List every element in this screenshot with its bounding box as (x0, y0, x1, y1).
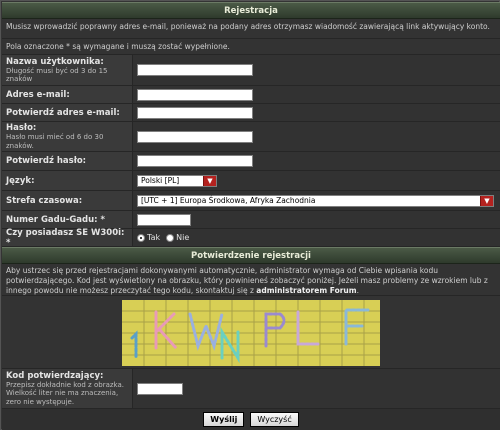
required-notice: Pola oznaczone * są wymagane i muszą zos… (2, 39, 500, 55)
radio-nie-label: Nie (176, 233, 190, 242)
password-confirm-label: Potwierdź hasło: (6, 156, 87, 166)
gadu-value-cell (133, 211, 500, 228)
email-notice-text: Musisz wprowadzić poprawny adres e-mail,… (6, 22, 490, 31)
confirmation-code-row: Kod potwierdzający: Przepisz dokładnie k… (2, 369, 500, 409)
password-input[interactable] (137, 130, 253, 143)
username-hint: Długość musi być od 3 do 15 znaków (6, 66, 108, 84)
w300i-label: Czy posiadasz SE W300i: * (6, 227, 125, 248)
radio-tak-label: Tak (147, 233, 161, 242)
email-confirm-input[interactable] (137, 106, 253, 119)
email-row: Adres e-mail: (2, 86, 500, 104)
username-label: Nazwa użytkownika: (6, 56, 104, 67)
triangle-down-icon[interactable]: ▼ (203, 175, 216, 186)
language-row: Język: Polski [PL] ▼ (2, 171, 500, 191)
form-header: Rejestracja (2, 2, 500, 19)
timezone-select[interactable]: [UTC + 1] Europa Środkowa, Afryka Zachod… (137, 194, 494, 207)
password-label-cell: Hasło: Hasło musi mieć od 6 do 30 znaków… (2, 122, 133, 151)
confirmation-code-label: Kod potwierdzający: (6, 370, 104, 381)
password-hint: Hasło musi mieć od 6 do 30 znaków. (6, 133, 104, 150)
confirmation-notice: Aby ustrzec się przed rejestracjami doko… (2, 264, 500, 296)
language-label-cell: Język: (2, 171, 133, 190)
password-confirm-label-cell: Potwierdź hasło: (2, 152, 133, 170)
submit-button[interactable]: Wyślij (203, 412, 245, 427)
email-label-cell: Adres e-mail: (2, 86, 133, 103)
confirmation-code-value-cell (133, 369, 500, 408)
w300i-value-cell: Tak Nie (133, 229, 500, 246)
radio-tak-indicator[interactable] (137, 233, 145, 242)
gadu-label-cell: Numer Gadu-Gadu: * (2, 211, 133, 228)
email-label: Adres e-mail: (6, 89, 70, 100)
timezone-selected: [UTC + 1] Europa Środkowa, Afryka Zachod… (141, 196, 316, 205)
username-label-cell: Nazwa użytkownika: Długość musi być od 3… (2, 55, 133, 85)
language-value-cell: Polski [PL] ▼ (133, 171, 500, 190)
password-label: Hasło: (6, 123, 37, 133)
email-confirm-value-cell (133, 104, 500, 121)
timezone-value-cell: [UTC + 1] Europa Środkowa, Afryka Zachod… (133, 191, 500, 210)
radio-nie[interactable]: Nie (166, 233, 189, 242)
language-label: Język: (6, 175, 35, 186)
form-title: Rejestracja (224, 5, 278, 16)
password-row: Hasło: Hasło musi mieć od 6 do 30 znaków… (2, 122, 500, 152)
language-select[interactable]: Polski [PL] ▼ (137, 174, 217, 187)
gadu-label: Numer Gadu-Gadu: * (6, 214, 105, 225)
confirmation-code-label-cell: Kod potwierdzający: Przepisz dokładnie k… (2, 369, 133, 408)
w300i-row: Czy posiadasz SE W300i: * Tak Nie (2, 227, 500, 248)
password-confirm-value-cell (133, 152, 500, 170)
username-row: Nazwa użytkownika: Długość musi być od 3… (2, 55, 500, 86)
radio-tak[interactable]: Tak (137, 233, 160, 242)
language-selected: Polski [PL] (141, 176, 180, 185)
radio-nie-indicator[interactable] (166, 233, 175, 242)
email-input[interactable] (137, 88, 253, 101)
password-value-cell (133, 122, 500, 151)
timezone-row: Strefa czasowa: [UTC + 1] Europa Środkow… (2, 191, 500, 211)
username-input[interactable] (137, 64, 253, 76)
password-confirm-input[interactable] (137, 155, 253, 167)
gadu-row: Numer Gadu-Gadu: * (2, 211, 500, 229)
email-value-cell (133, 86, 500, 103)
confirmation-text: Aby ustrzec się przed rejestracjami doko… (6, 266, 488, 295)
reset-button[interactable]: Wyczyść (250, 412, 299, 427)
confirmation-code-input[interactable] (137, 382, 183, 395)
admin-link[interactable]: administratorem Forum (256, 286, 356, 295)
w300i-label-cell: Czy posiadasz SE W300i: * (2, 227, 133, 248)
timezone-label: Strefa czasowa: (6, 195, 83, 206)
required-notice-text: Pola oznaczone * są wymagane i muszą zos… (6, 42, 230, 51)
button-bar: Wyślij Wyczyść (2, 409, 500, 430)
confirmation-title: Potwierdzenie rejestracji (191, 250, 311, 261)
triangle-down-icon[interactable]: ▼ (480, 195, 493, 206)
captcha-row (2, 296, 500, 369)
registration-form: Rejestracja Musisz wprowadzić poprawny a… (0, 0, 500, 430)
confirmation-code-hint: Przepisz dokładnie kod z obrazka. Wielko… (6, 380, 124, 406)
email-confirm-row: Potwierdź adres e-mail: (2, 104, 500, 122)
password-confirm-row: Potwierdź hasło: (2, 152, 500, 171)
username-value-cell (133, 55, 500, 85)
confirmation-header: Potwierdzenie rejestracji (2, 247, 500, 264)
timezone-label-cell: Strefa czasowa: (2, 191, 133, 210)
gadu-input[interactable] (137, 213, 191, 226)
captcha-image (122, 300, 380, 366)
email-notice: Musisz wprowadzić poprawny adres e-mail,… (2, 19, 500, 39)
email-confirm-label-cell: Potwierdź adres e-mail: (2, 104, 133, 121)
confirmation-text-end: . (356, 286, 359, 295)
email-confirm-label: Potwierdź adres e-mail: (6, 107, 120, 118)
